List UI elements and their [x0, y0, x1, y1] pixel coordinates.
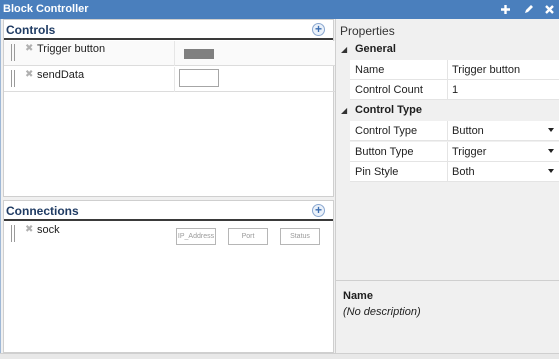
remove-icon[interactable]: ✖: [25, 224, 33, 235]
property-dropdown[interactable]: Button: [447, 121, 559, 141]
collapse-triangle-icon[interactable]: ◢: [341, 106, 347, 115]
category-general[interactable]: ◢ General: [336, 40, 559, 60]
property-row-button-type[interactable]: Button Type Trigger: [336, 142, 559, 162]
drag-handle-icon[interactable]: [11, 70, 15, 87]
status-bar: [0, 353, 559, 359]
status-field[interactable]: Status: [280, 228, 320, 245]
property-name: Button Type: [350, 142, 447, 162]
property-name: Pin Style: [350, 162, 447, 182]
connections-header: Connections +: [4, 201, 333, 221]
category-control-type[interactable]: ◢ Control Type: [336, 101, 559, 121]
drag-handle-icon[interactable]: [11, 44, 15, 61]
category-label: Control Type: [355, 104, 423, 116]
property-name: Name: [350, 60, 447, 80]
column-divider: [174, 67, 175, 92]
property-dropdown[interactable]: Both: [447, 162, 559, 182]
connection-row[interactable]: ✖ sock IP_Address Port Status: [4, 222, 335, 250]
dropdown-arrow-icon[interactable]: [548, 169, 554, 173]
pencil-icon[interactable]: [521, 2, 536, 17]
connections-section: Connections + ✖ sock IP_Address Port Sta…: [3, 200, 334, 353]
controls-section: Controls + ✖ Trigger button ✖ sendData: [3, 19, 335, 197]
property-name: Control Count: [350, 80, 447, 100]
dropdown-arrow-icon[interactable]: [548, 128, 554, 132]
control-row[interactable]: ✖ Trigger button: [4, 41, 335, 66]
property-value[interactable]: 1: [447, 80, 559, 100]
controls-header: Controls +: [4, 20, 333, 40]
button-preview[interactable]: [184, 49, 214, 59]
drag-handle-icon[interactable]: [11, 225, 15, 242]
property-name: Control Type: [350, 121, 447, 141]
property-row-control-count[interactable]: Control Count 1: [336, 80, 559, 100]
close-icon[interactable]: [542, 2, 557, 17]
add-control-button[interactable]: +: [312, 23, 325, 36]
property-row-control-type[interactable]: Control Type Button: [336, 121, 559, 141]
connections-title: Connections: [6, 204, 79, 218]
remove-icon[interactable]: ✖: [25, 43, 33, 54]
title-bar: Block Controller: [0, 0, 559, 19]
dropdown-arrow-icon[interactable]: [548, 149, 554, 153]
properties-panel: Properties ◢ General Name Trigger button…: [335, 19, 559, 353]
property-value[interactable]: Trigger button: [447, 60, 559, 80]
description-panel: Name (No description): [336, 280, 559, 353]
control-row[interactable]: ✖ sendData: [4, 67, 335, 92]
properties-title: Properties: [340, 24, 395, 38]
property-dropdown[interactable]: Trigger: [447, 142, 559, 162]
description-text: (No description): [343, 306, 421, 318]
category-label: General: [355, 43, 396, 55]
property-row-pin-style[interactable]: Pin Style Both: [336, 162, 559, 182]
remove-icon[interactable]: ✖: [25, 69, 33, 80]
control-label: Trigger button: [37, 43, 106, 55]
left-panel: Controls + ✖ Trigger button ✖ sendData C…: [3, 19, 335, 353]
connection-label: sock: [37, 224, 60, 236]
collapse-triangle-icon[interactable]: ◢: [341, 45, 347, 54]
ip-address-field[interactable]: IP_Address: [176, 228, 216, 245]
port-field[interactable]: Port: [228, 228, 268, 245]
add-connection-button[interactable]: +: [312, 204, 325, 217]
controls-title: Controls: [6, 23, 56, 37]
description-title: Name: [343, 290, 373, 302]
text-field-preview[interactable]: [179, 69, 219, 87]
window-title: Block Controller: [3, 3, 89, 15]
control-label: sendData: [37, 69, 85, 81]
column-divider: [174, 41, 175, 66]
property-row-name[interactable]: Name Trigger button: [336, 60, 559, 80]
plus-icon[interactable]: [498, 2, 513, 17]
